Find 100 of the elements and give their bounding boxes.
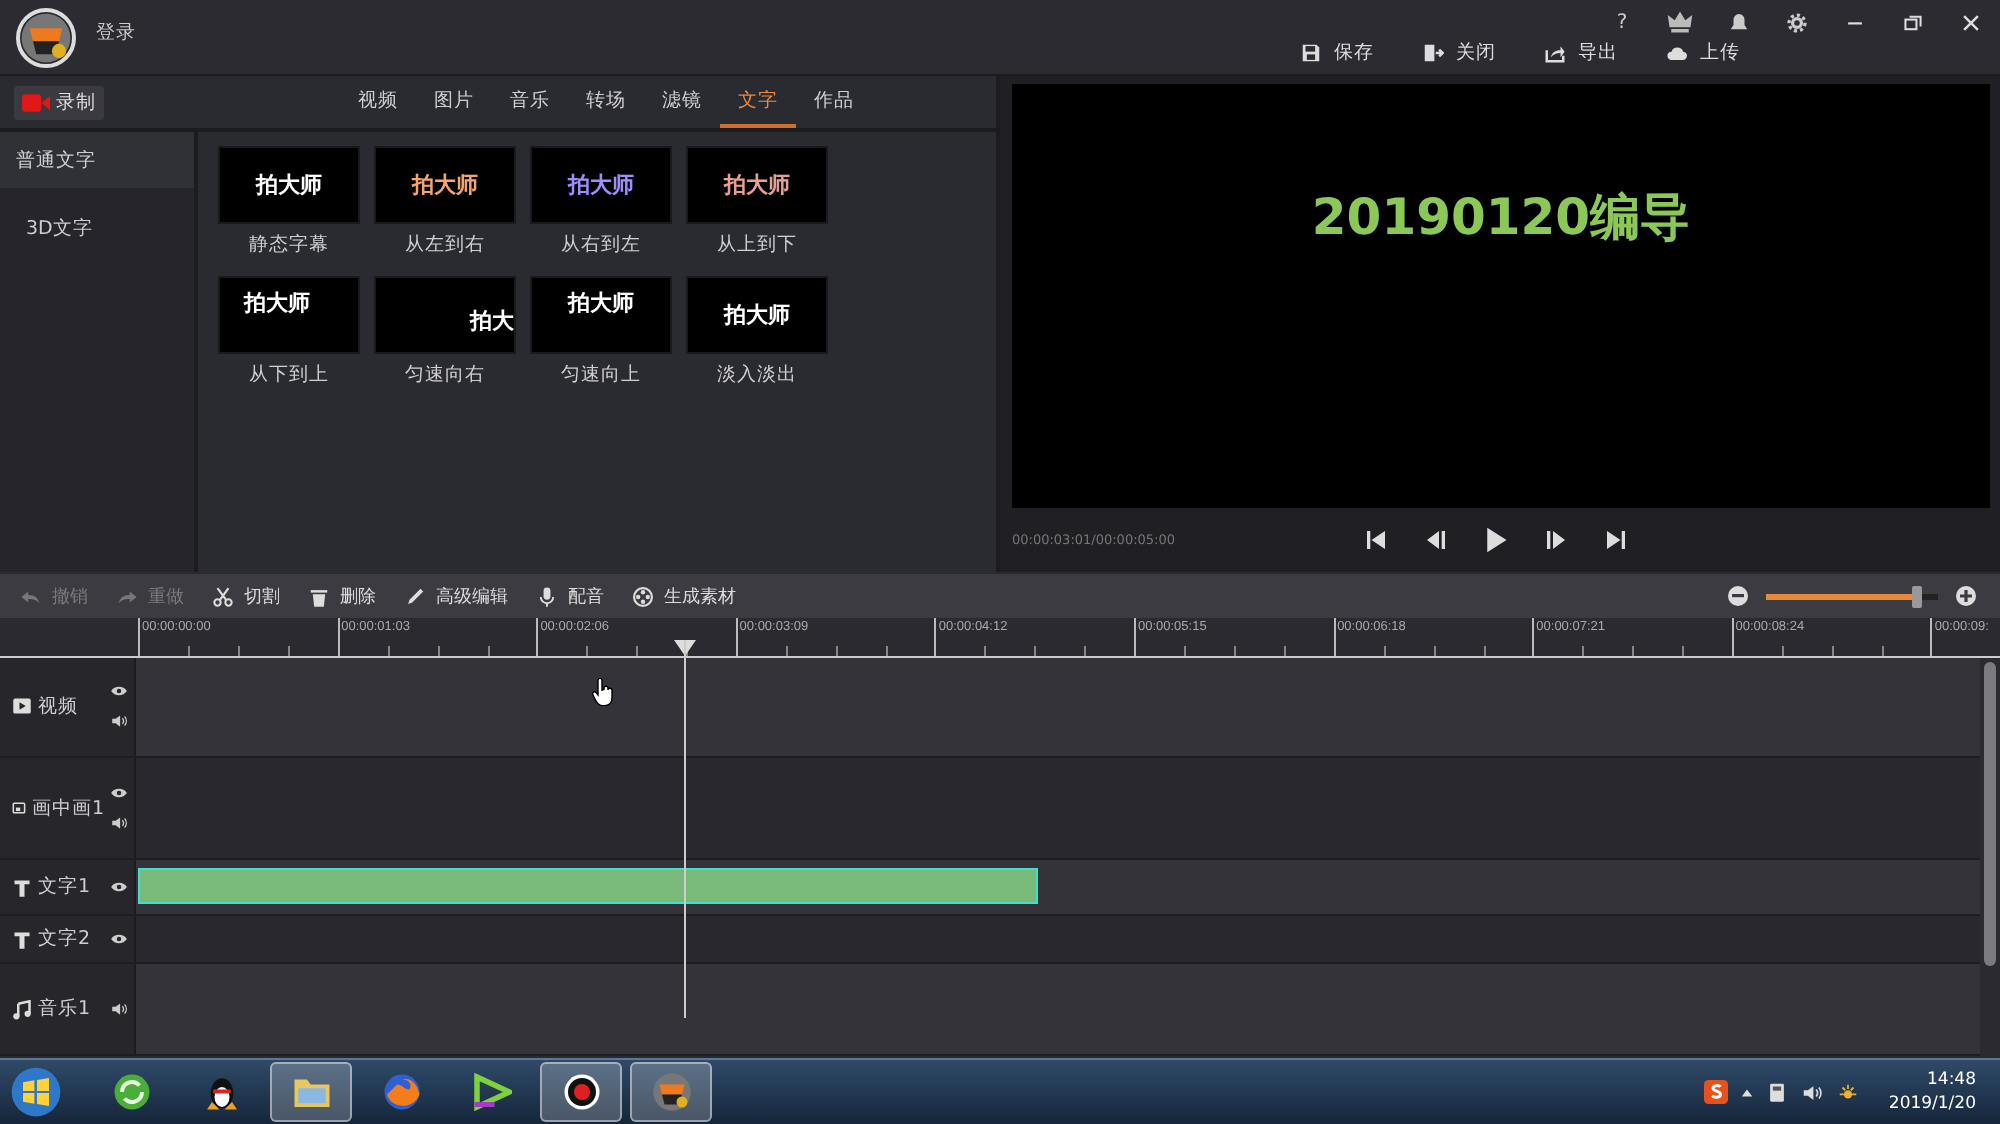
text-template-thumbnail[interactable]: 拍大 bbox=[374, 276, 516, 354]
clock-time[interactable]: 14:48 bbox=[1927, 1068, 1976, 1092]
bell-icon bbox=[1727, 11, 1749, 33]
app-logo-icon bbox=[20, 11, 72, 63]
eye-icon[interactable] bbox=[110, 784, 128, 803]
picture-in-picture-icon bbox=[12, 798, 26, 819]
timeline-track[interactable]: 视频 bbox=[0, 658, 1980, 758]
template-label: 从左到右 bbox=[405, 232, 485, 258]
thumbnail-text: 拍大师 bbox=[568, 288, 634, 318]
cut-button[interactable]: 切割 bbox=[212, 583, 280, 609]
start-orb-icon bbox=[10, 1066, 62, 1118]
eye-icon[interactable] bbox=[110, 878, 128, 897]
slider-thumb[interactable] bbox=[1911, 585, 1922, 607]
speaker-icon[interactable] bbox=[110, 1000, 128, 1019]
eye-icon[interactable] bbox=[110, 682, 128, 701]
tab[interactable]: 滤镜 bbox=[644, 76, 720, 128]
delete-button[interactable]: 删除 bbox=[308, 583, 376, 609]
cloud-icon bbox=[1666, 42, 1688, 64]
thumbnail-text: 拍大师 bbox=[724, 300, 790, 330]
track-label: 文字2 bbox=[38, 926, 93, 953]
record-button[interactable]: 录制 bbox=[14, 85, 104, 119]
thumbnail-text: 拍大师 bbox=[244, 288, 310, 318]
timeline-track[interactable]: 文字1 bbox=[0, 860, 1980, 917]
text-template-thumbnail[interactable]: 拍大师 bbox=[686, 146, 828, 224]
template-label: 匀速向上 bbox=[561, 362, 641, 388]
tab[interactable]: 音乐 bbox=[492, 76, 568, 128]
scissors-icon bbox=[212, 585, 234, 607]
template-label: 从上到下 bbox=[717, 232, 797, 258]
penguin-icon bbox=[201, 1072, 241, 1112]
trash-icon bbox=[308, 585, 330, 607]
hand-cursor-icon bbox=[592, 678, 614, 706]
timeline-track[interactable]: 音乐1 bbox=[0, 964, 1980, 1056]
track-label: 画中画1 bbox=[31, 795, 104, 822]
template-label: 匀速向右 bbox=[405, 362, 485, 388]
zoom-in-button[interactable] bbox=[1956, 586, 1976, 606]
camera-icon bbox=[22, 93, 50, 111]
text-template-thumbnail[interactable]: 拍大师 bbox=[530, 146, 672, 224]
film-reel-icon bbox=[632, 585, 654, 607]
skip-start-icon bbox=[1364, 528, 1388, 552]
export-icon bbox=[1544, 42, 1566, 64]
browser-icon bbox=[381, 1072, 421, 1112]
preview-caption: 20190120编导 bbox=[1311, 186, 1691, 248]
tray-expand-icon[interactable] bbox=[1740, 1085, 1755, 1099]
template-label: 淡入淡出 bbox=[717, 362, 797, 388]
tab[interactable]: 图片 bbox=[416, 76, 492, 128]
plus-icon bbox=[1960, 590, 1972, 602]
text-template-thumbnail[interactable]: 拍大师 bbox=[218, 276, 360, 354]
crown-icon bbox=[1666, 8, 1694, 36]
playhead[interactable] bbox=[674, 640, 696, 1018]
text-icon bbox=[12, 877, 32, 898]
tab[interactable]: 转场 bbox=[568, 76, 644, 128]
microphone-icon bbox=[536, 585, 558, 607]
thumbnail-text: 拍大师 bbox=[256, 170, 322, 200]
skip-end-icon bbox=[1604, 528, 1628, 552]
device-icon[interactable] bbox=[1766, 1080, 1789, 1104]
refresh-app-icon bbox=[111, 1072, 151, 1112]
restore-icon bbox=[1901, 11, 1923, 33]
tab[interactable]: 文字 bbox=[720, 76, 796, 128]
text-template-thumbnail[interactable]: 拍大师 bbox=[530, 276, 672, 354]
clock-date[interactable]: 2019/1/20 bbox=[1888, 1092, 1976, 1116]
speaker-icon[interactable] bbox=[110, 712, 128, 731]
save-button[interactable]: 保存 bbox=[1300, 40, 1374, 66]
thumbnail-text: 拍大师 bbox=[568, 170, 634, 200]
tab[interactable]: 视频 bbox=[340, 76, 416, 128]
upload-button[interactable]: 上传 bbox=[1666, 40, 1740, 66]
template-label: 从下到上 bbox=[249, 362, 329, 388]
sidebar-item[interactable]: 普通文字 bbox=[0, 132, 194, 188]
track-label: 音乐1 bbox=[38, 996, 93, 1023]
eye-icon[interactable] bbox=[110, 930, 128, 949]
input-method-icon[interactable] bbox=[1704, 1080, 1729, 1104]
play-triangle-icon bbox=[471, 1072, 511, 1112]
timeline-track[interactable]: 文字2 bbox=[0, 916, 1980, 965]
login-link[interactable]: 登录 bbox=[96, 20, 136, 46]
text-template-thumbnail[interactable]: 拍大师 bbox=[374, 146, 516, 224]
track-label: 视频 bbox=[38, 693, 80, 720]
help-button[interactable]: ? bbox=[1604, 8, 1640, 36]
exit-button[interactable]: 关闭 bbox=[1422, 40, 1496, 66]
text-template-thumbnail[interactable]: 拍大师 bbox=[686, 276, 828, 354]
export-button[interactable]: 导出 bbox=[1544, 40, 1618, 66]
settings-icon bbox=[1785, 11, 1807, 33]
taskbar-button[interactable] bbox=[630, 1062, 712, 1122]
text-clip[interactable] bbox=[138, 868, 1038, 905]
pencil-icon bbox=[404, 585, 426, 607]
dub-button[interactable]: 配音 bbox=[536, 583, 604, 609]
vip-button[interactable] bbox=[1662, 8, 1698, 36]
tab[interactable]: 作品 bbox=[796, 76, 872, 128]
speaker-icon[interactable] bbox=[110, 814, 128, 833]
volume-icon[interactable] bbox=[1800, 1081, 1825, 1103]
timeline-track[interactable]: 画中画1 bbox=[0, 757, 1980, 861]
zoom-out-button[interactable] bbox=[1728, 586, 1748, 606]
generate-button[interactable]: 生成素材 bbox=[632, 583, 736, 609]
sidebar-item[interactable]: 3D文字 bbox=[0, 188, 194, 268]
track-label: 文字1 bbox=[38, 874, 93, 901]
start-button[interactable] bbox=[10, 1064, 66, 1120]
taskbar-button[interactable] bbox=[540, 1062, 622, 1122]
edit-button[interactable]: 高级编辑 bbox=[404, 583, 508, 609]
text-icon bbox=[12, 929, 32, 950]
text-template-thumbnail[interactable]: 拍大师 bbox=[218, 146, 360, 224]
step-forward-icon bbox=[1544, 528, 1568, 552]
thumbnail-text: 拍大师 bbox=[724, 170, 790, 200]
